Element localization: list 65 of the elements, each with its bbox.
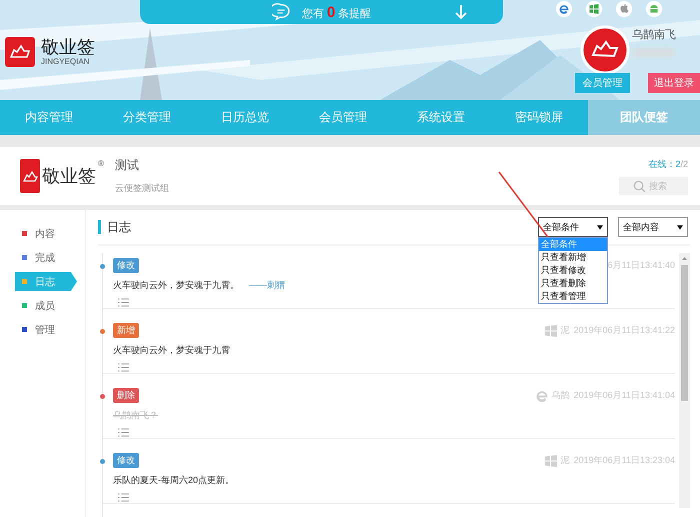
logout-button[interactable]: 退出登录 [648,73,700,93]
dropdown-option[interactable]: 只查看修改 [539,264,607,277]
nav-tab[interactable]: 系统设置 [392,100,490,135]
chat-bubble-icon [272,3,290,21]
browser-e-icon [536,390,548,402]
search-icon [633,180,646,192]
sidebar-item[interactable]: 日志 [15,272,77,291]
entry-text: 火车驶向云外，梦安魂于九霄 [113,344,230,357]
apple-icon[interactable] [615,0,633,18]
dropdown-option[interactable]: 只查看管理 [539,290,607,303]
avatar-icon[interactable] [580,25,630,75]
nav-tab[interactable]: 密码锁屏 [490,100,588,135]
nav-tab[interactable]: 会员管理 [294,100,392,135]
timeline-dot [100,459,105,464]
timeline-dot [100,264,105,269]
tag-label: 修改 [113,258,139,273]
nav-tab[interactable]: 分类管理 [98,100,196,135]
nav-tab[interactable]: 日历总览 [196,100,294,135]
logo-text: 敬业签 [42,165,96,188]
author-link[interactable]: ——刺猬 [249,279,285,292]
browser-e-icon[interactable] [555,0,573,18]
timeline-dot [100,394,105,399]
sidebar-item[interactable]: 内容 [15,224,77,243]
windows-icon[interactable] [585,0,603,18]
team-name: 测试 [115,157,140,174]
caret-icon [677,224,683,230]
team-subtitle: 云便签测试组 [115,182,169,195]
logo-icon [20,159,40,193]
timeline-dot [100,329,105,334]
list-icon[interactable] [118,493,129,502]
registered-mark: ® [98,159,104,168]
brand-name: 敬业签 [41,37,95,57]
windows-icon [544,454,557,466]
filter-dropdown[interactable]: 全部条件 [538,217,608,237]
section-title: 日志 [98,220,131,234]
notification-bar[interactable]: 您有 0 条提醒 [140,0,503,24]
sidebar-item[interactable]: 成员 [15,296,77,315]
list-icon[interactable] [118,298,129,307]
filter-dropdown[interactable]: 全部内容 [618,217,688,237]
down-arrow-icon[interactable] [454,4,468,20]
sidebar-item[interactable]: 完成 [15,248,77,267]
user-name: 乌鹊南飞 [632,28,676,42]
brand-pinyin: JINGYEQIAN [41,57,90,66]
entry-text: 乐队的夏天-每周六20点更新。 [113,474,234,487]
dropdown-option[interactable]: 只查看删除 [539,277,607,290]
tag-label: 修改 [113,453,139,468]
list-icon[interactable] [118,428,129,437]
member-button[interactable]: 会员管理 [575,73,630,93]
entry-text: 乌鹊南飞？ [113,409,158,422]
entry-text: 火车驶向云外，梦安魂于九霄。 [113,279,239,292]
dropdown-option[interactable]: 只查看新增 [539,251,607,264]
android-icon[interactable] [645,0,663,18]
caret-icon [597,224,603,230]
logo-icon [5,37,35,67]
notification-text: 您有 0 条提醒 [302,4,372,20]
nav-tab[interactable]: 内容管理 [0,100,98,135]
sidebar-item[interactable]: 管理 [15,320,77,339]
scrollbar[interactable] [679,253,690,508]
nav-tab[interactable]: 团队便签 [588,100,700,135]
dropdown-option[interactable]: 全部条件 [539,238,607,251]
list-icon[interactable] [118,363,129,372]
tag-label: 新增 [113,323,139,338]
online-count: 在线：2/2 [648,158,688,170]
windows-icon [544,324,557,336]
tag-label: 删除 [113,388,139,403]
